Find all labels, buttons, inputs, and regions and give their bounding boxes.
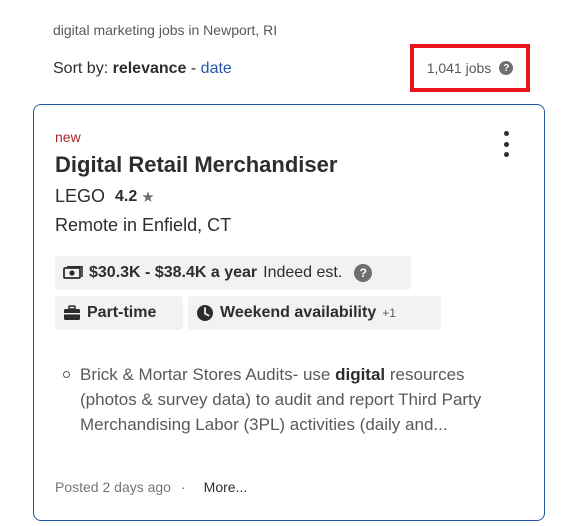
job-snippet: Brick & Mortar Stores Audits- use digita… xyxy=(63,362,513,437)
money-icon xyxy=(63,266,83,280)
job-search-results: digital marketing jobs in Newport, RI So… xyxy=(0,0,573,526)
job-count-box: 1,041 jobs ? xyxy=(410,44,530,92)
snippet-highlight: digital xyxy=(335,365,386,384)
question-circle-icon[interactable]: ? xyxy=(354,264,373,282)
schedule-chip: Weekend availability +1 xyxy=(188,296,441,330)
new-badge: new xyxy=(55,129,81,145)
sort-separator: - xyxy=(190,60,197,77)
job-title[interactable]: Digital Retail Merchandiser xyxy=(55,152,337,178)
job-type: Part-time xyxy=(87,304,157,321)
sort-relevance-option[interactable]: relevance xyxy=(113,60,187,77)
search-caption: digital marketing jobs in Newport, RI xyxy=(53,22,278,38)
posted-date: Posted 2 days ago xyxy=(55,479,171,495)
company-row: LEGO 4.2 ★ xyxy=(55,186,155,207)
salary-chip: $30.3K - $38.4K a year Indeed est. ? xyxy=(55,256,411,290)
snippet-item: Brick & Mortar Stores Audits- use digita… xyxy=(63,362,513,437)
more-link[interactable]: More... xyxy=(204,479,248,495)
salary-range: $30.3K - $38.4K a year xyxy=(89,264,258,281)
question-circle-icon[interactable]: ? xyxy=(499,61,514,75)
star-icon: ★ xyxy=(141,188,155,206)
clock-icon xyxy=(196,304,214,322)
company-name[interactable]: LEGO xyxy=(55,186,105,207)
salary-note: Indeed est. xyxy=(263,264,343,281)
job-count: 1,041 jobs xyxy=(426,60,492,76)
briefcase-icon xyxy=(63,305,81,321)
sort-row: Sort by: relevance - date xyxy=(53,60,232,78)
rating-value: 4.2 xyxy=(115,187,138,205)
vertical-ellipsis-icon[interactable] xyxy=(496,129,516,159)
schedule-extra: +1 xyxy=(382,306,396,320)
job-location: Remote in Enfield, CT xyxy=(55,215,232,235)
job-card[interactable]: new Digital Retail Merchandiser LEGO 4.2… xyxy=(33,104,545,521)
snippet-before: Brick & Mortar Stores Audits- use xyxy=(80,365,336,384)
job-type-chip: Part-time xyxy=(55,296,183,330)
job-footer: Posted 2 days ago · More... xyxy=(55,479,247,495)
footer-dot: · xyxy=(180,479,186,495)
sort-label: Sort by: xyxy=(53,60,109,77)
company-rating[interactable]: 4.2 ★ xyxy=(115,188,155,206)
schedule: Weekend availability xyxy=(220,304,377,321)
sort-date-link[interactable]: date xyxy=(201,60,232,77)
